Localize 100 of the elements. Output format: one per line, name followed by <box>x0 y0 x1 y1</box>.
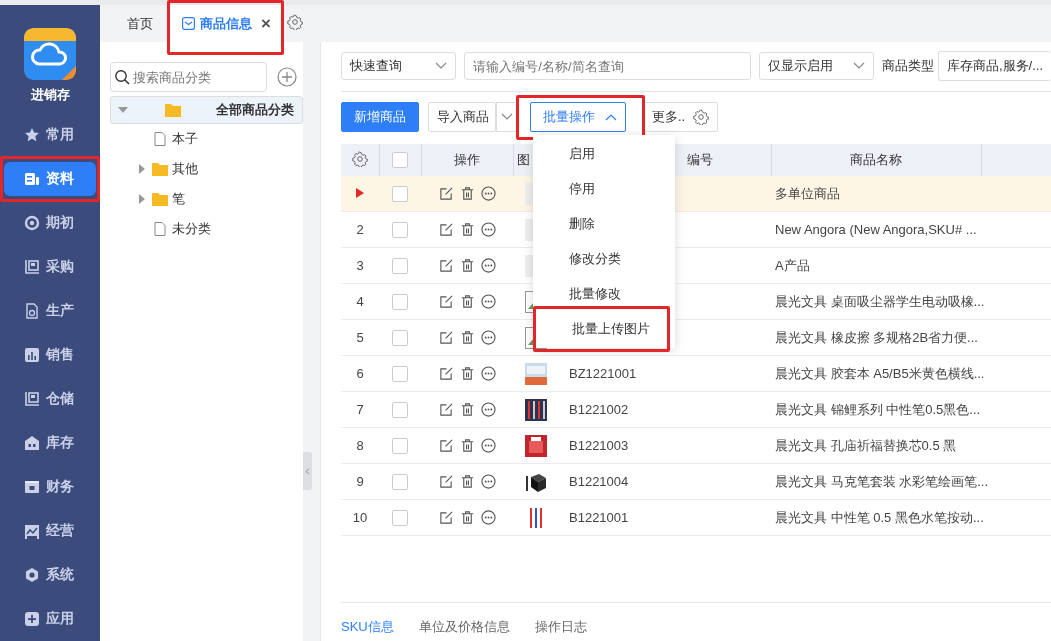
edit-icon[interactable] <box>438 510 454 525</box>
table-cell: BZ1221001 <box>569 366 637 381</box>
edit-icon[interactable] <box>438 438 454 453</box>
checkbox[interactable] <box>392 437 408 454</box>
checkbox[interactable] <box>392 221 408 238</box>
tab[interactable]: 商品信息 × <box>170 5 281 42</box>
bars-icon <box>24 347 40 363</box>
edit-icon[interactable] <box>438 474 454 489</box>
query-mode-select[interactable]: 快速查询 <box>341 52 457 80</box>
app-logo <box>24 28 76 80</box>
search-field[interactable]: 请输入编号/名称/简名查询 <box>464 52 751 80</box>
tree-item[interactable]: 其他 <box>110 154 303 184</box>
tab[interactable]: 单位及价格信息 <box>418 613 510 641</box>
nav-item[interactable]: 常用 <box>4 118 96 152</box>
checkbox[interactable] <box>392 509 408 526</box>
column-header: 商品名称 <box>850 152 902 167</box>
tab[interactable]: SKU信息 <box>341 613 394 641</box>
trash-icon[interactable] <box>459 474 475 489</box>
settings-icon[interactable] <box>693 109 710 125</box>
table-cell: B1221004 <box>569 474 629 489</box>
more-icon[interactable] <box>480 258 496 273</box>
tree-item[interactable]: 全部商品分类 <box>110 96 303 124</box>
dropdown-button[interactable] <box>496 102 518 132</box>
nav-item[interactable]: 生产 <box>4 294 96 328</box>
menu-item[interactable]: 启用 <box>533 136 675 171</box>
checkbox[interactable] <box>392 293 408 310</box>
nav-item[interactable]: 经营 <box>4 514 96 548</box>
nav-item[interactable]: 财务 <box>4 470 96 504</box>
batch-button[interactable]: 批量操作 <box>530 102 626 132</box>
checkbox[interactable] <box>392 152 408 169</box>
status-select[interactable]: 仅显示启用 <box>758 52 874 80</box>
trash-icon[interactable] <box>459 510 475 525</box>
edit-icon[interactable] <box>438 186 454 201</box>
edit-icon[interactable] <box>438 222 454 237</box>
trash-icon[interactable] <box>459 438 475 453</box>
more-icon[interactable] <box>480 294 496 309</box>
tab[interactable]: 首页 <box>110 5 170 42</box>
checkbox[interactable] <box>392 473 408 490</box>
trash-icon[interactable] <box>459 186 475 201</box>
add-icon[interactable] <box>277 67 297 87</box>
more-icon[interactable] <box>480 330 496 345</box>
nav-item[interactable]: 期初 <box>4 206 96 240</box>
nav-item[interactable]: 应用 <box>4 602 96 636</box>
column-header: 图 <box>516 152 530 167</box>
more-icon[interactable] <box>480 222 496 237</box>
edit-icon[interactable] <box>438 330 454 345</box>
more-icon[interactable] <box>480 366 496 381</box>
checkbox[interactable] <box>392 257 408 274</box>
more-icon[interactable] <box>480 438 496 453</box>
edit-icon[interactable] <box>438 258 454 273</box>
row-number: 6 <box>356 366 364 381</box>
trash-icon[interactable] <box>459 366 475 381</box>
trash-icon[interactable] <box>459 222 475 237</box>
tab[interactable]: 操作日志 <box>534 613 587 641</box>
type-field[interactable]: 库存商品,服务/... <box>937 51 1051 81</box>
checkbox[interactable] <box>392 401 408 418</box>
more-icon[interactable] <box>480 510 496 525</box>
nav-item[interactable]: 库存 <box>4 426 96 460</box>
plus-icon <box>24 611 40 627</box>
tree-item[interactable]: 未分类 <box>110 214 303 244</box>
trash-icon[interactable] <box>459 402 475 417</box>
table-cell: 晨光文具 锦鲤系列 中性笔0.5黑色... <box>775 401 981 417</box>
tree-item[interactable]: 本子 <box>110 124 303 154</box>
trash-icon[interactable] <box>459 330 475 345</box>
nav-item[interactable]: 仓储 <box>4 382 96 416</box>
close-icon[interactable]: × <box>261 13 271 34</box>
field-label: 商品类型 <box>881 57 934 75</box>
app-name: 进销存 <box>30 86 70 104</box>
menu-item[interactable]: 停用 <box>533 171 675 206</box>
more-icon[interactable] <box>480 186 496 201</box>
more-button[interactable]: 更多.. <box>643 102 719 132</box>
edit-icon[interactable] <box>438 402 454 417</box>
search-field[interactable]: 搜索商品分类 <box>110 62 267 92</box>
nav-item[interactable]: 销售 <box>4 338 96 372</box>
checkbox[interactable] <box>392 329 408 346</box>
edit-icon[interactable] <box>438 366 454 381</box>
file-icon <box>152 222 168 236</box>
collapse-handle[interactable] <box>303 452 312 490</box>
menu-item[interactable]: 删除 <box>533 206 675 241</box>
row-number: 7 <box>356 402 364 417</box>
menu-item[interactable]: 修改分类 <box>533 241 675 276</box>
trash-icon[interactable] <box>459 294 475 309</box>
checkbox[interactable] <box>392 185 408 202</box>
nav-item[interactable]: 采购 <box>4 250 96 284</box>
settings-icon[interactable] <box>286 14 303 30</box>
edit-icon[interactable] <box>438 294 454 309</box>
add-button[interactable]: 新增商品 <box>341 102 419 132</box>
checkbox[interactable] <box>392 365 408 382</box>
nav-item[interactable]: 资料 <box>4 162 96 196</box>
table-cell: 晨光文具 橡皮擦 多规格2B省力便... <box>775 329 978 345</box>
chevron-down-icon <box>852 62 865 70</box>
settings-icon[interactable] <box>351 150 368 167</box>
trash-icon[interactable] <box>459 258 475 273</box>
more-icon[interactable] <box>480 402 496 417</box>
import-button[interactable]: 导入商品 <box>428 102 496 132</box>
tree-item[interactable]: 笔 <box>110 184 303 214</box>
nav-item[interactable]: 系统 <box>4 558 96 592</box>
table-cell: 晨光文具 中性笔 0.5 黑色水笔按动... <box>775 509 984 525</box>
more-icon[interactable] <box>480 474 496 489</box>
folder-icon <box>152 192 168 206</box>
